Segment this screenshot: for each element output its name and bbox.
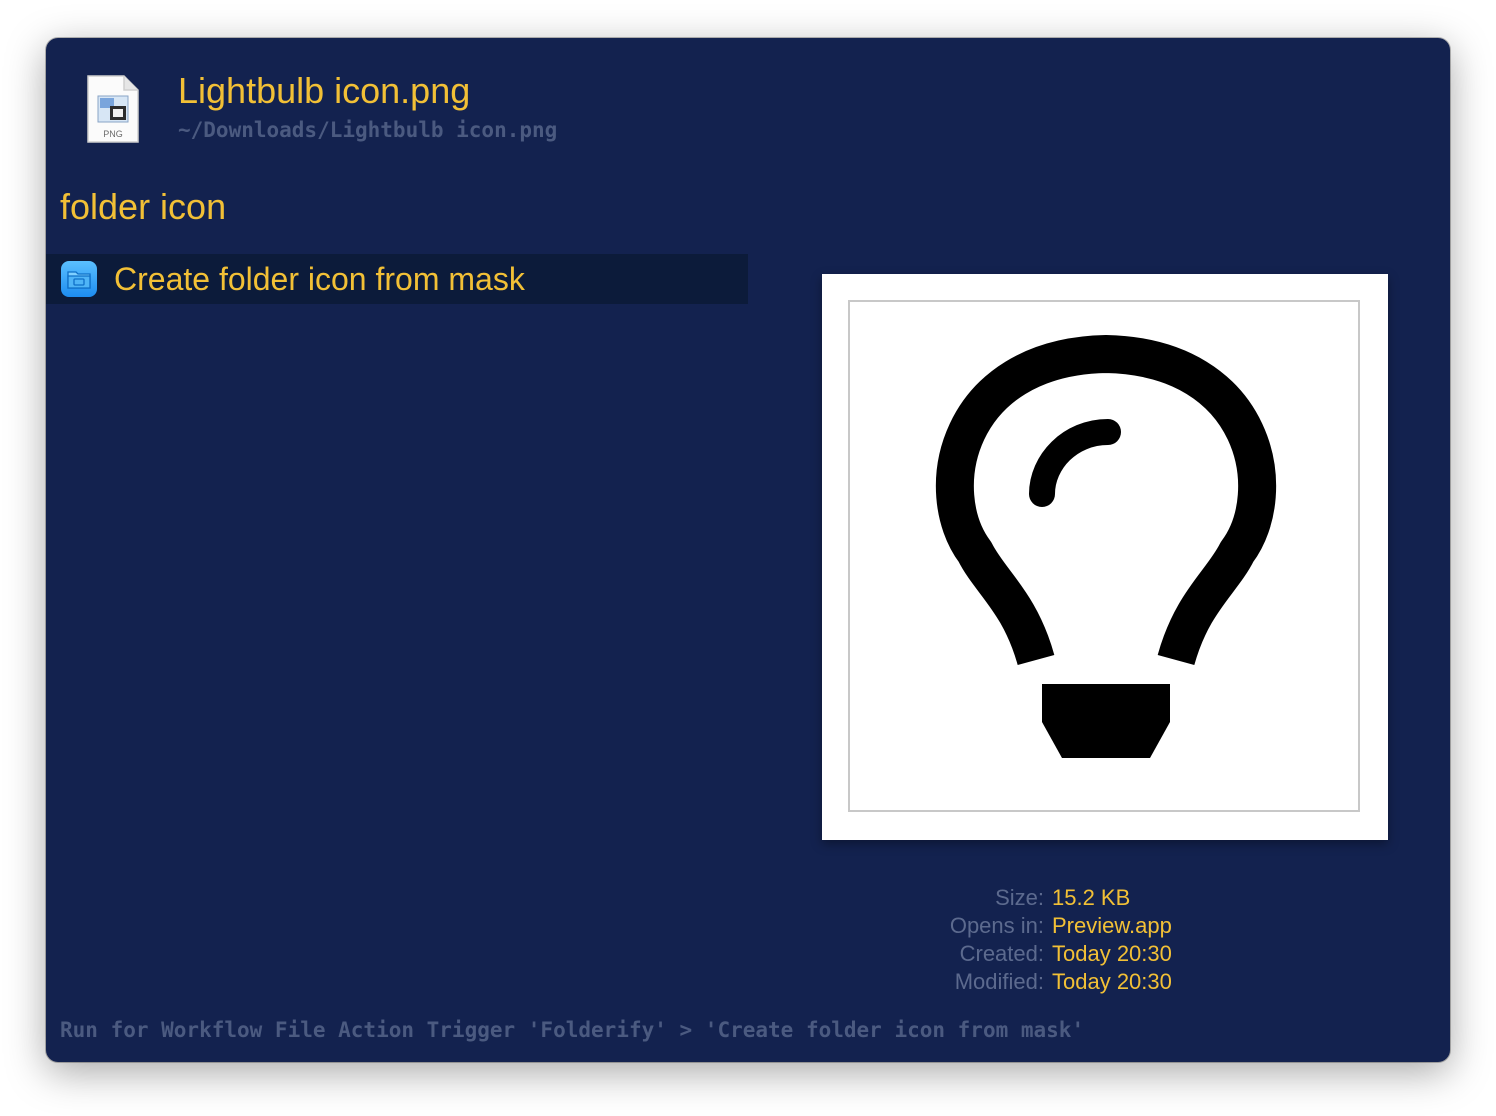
info-value: Today 20:30 (1052, 941, 1172, 966)
file-type-label: PNG (103, 129, 123, 139)
info-size: Size: 15.2 KB (822, 884, 1388, 912)
image-preview (822, 274, 1388, 840)
png-file-icon: PNG (86, 74, 140, 144)
file-path: ~/Downloads/Lightbulb icon.png (178, 118, 558, 142)
file-info: Size: 15.2 KB Opens in: Preview.app Crea… (822, 884, 1388, 996)
info-opens-in: Opens in: Preview.app (822, 912, 1388, 940)
info-key: Size: (995, 885, 1044, 910)
file-title: Lightbulb icon.png (178, 70, 471, 111)
info-key: Created: (959, 941, 1044, 966)
folder-icon (60, 260, 98, 298)
info-key: Opens in: (949, 913, 1044, 938)
lightbulb-icon (848, 300, 1360, 812)
result-item-create-folder-icon[interactable]: Create folder icon from mask (46, 254, 748, 304)
search-query[interactable]: folder icon (60, 186, 226, 228)
status-footer: Run for Workflow File Action Trigger 'Fo… (60, 1018, 1085, 1042)
launcher-window: PNG Lightbulb icon.png ~/Downloads/Light… (46, 38, 1450, 1062)
result-item-label: Create folder icon from mask (114, 261, 525, 297)
info-key: Modified: (954, 969, 1044, 994)
info-value: 15.2 KB (1052, 885, 1131, 910)
info-value: Preview.app (1052, 913, 1172, 938)
info-modified: Modified: Today 20:30 (822, 968, 1388, 996)
info-created: Created: Today 20:30 (822, 940, 1388, 968)
info-value: Today 20:30 (1052, 969, 1172, 994)
